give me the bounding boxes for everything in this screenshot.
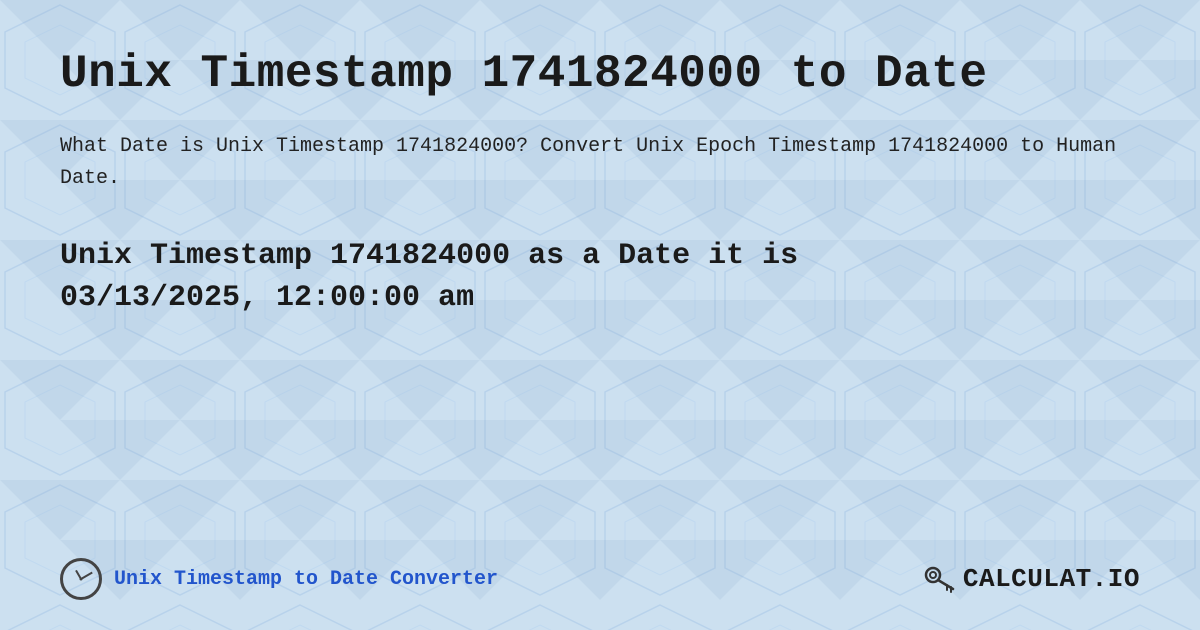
footer-link-text[interactable]: Unix Timestamp to Date Converter	[114, 568, 498, 591]
logo-text: CALCULAT.IO	[963, 564, 1140, 594]
result-line1: Unix Timestamp 1741824000 as a Date it i…	[60, 239, 798, 273]
footer-left: Unix Timestamp to Date Converter	[60, 558, 498, 600]
logo-icon	[921, 561, 957, 597]
footer: Unix Timestamp to Date Converter CALCULA…	[60, 538, 1140, 600]
result-text: Unix Timestamp 1741824000 as a Date it i…	[60, 235, 1140, 319]
result-section: Unix Timestamp 1741824000 as a Date it i…	[60, 235, 1140, 319]
page-title: Unix Timestamp 1741824000 to Date	[60, 48, 1140, 101]
logo-area: CALCULAT.IO	[921, 561, 1140, 597]
page-description: What Date is Unix Timestamp 1741824000? …	[60, 131, 1140, 195]
clock-icon	[60, 558, 102, 600]
result-line2: 03/13/2025, 12:00:00 am	[60, 281, 474, 315]
